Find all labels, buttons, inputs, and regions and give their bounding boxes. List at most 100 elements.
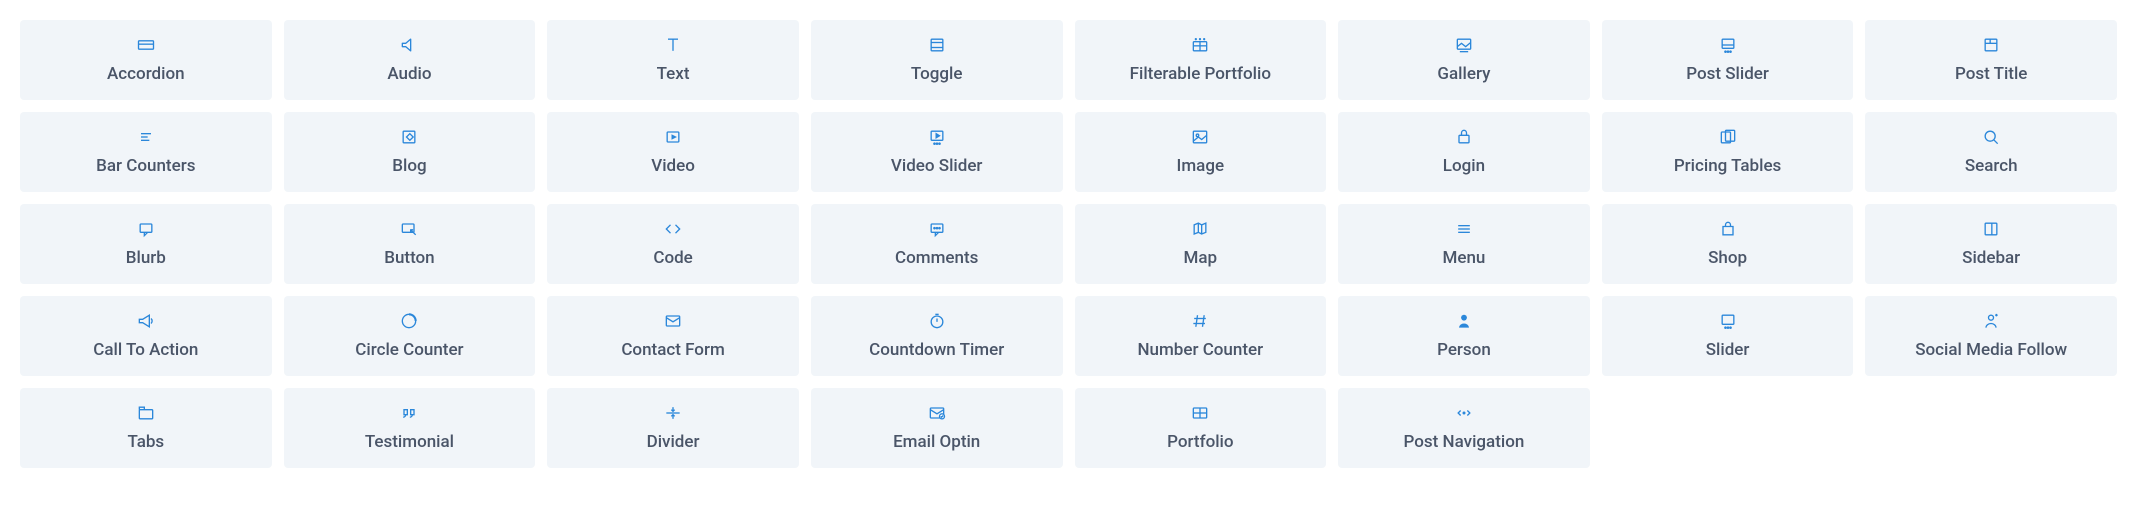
module-label: Video Slider	[891, 156, 983, 176]
module-filterable-portfolio[interactable]: Filterable Portfolio	[1075, 20, 1327, 100]
module-sidebar[interactable]: Sidebar	[1865, 204, 2117, 284]
module-slider[interactable]: Slider	[1602, 296, 1854, 376]
blurb-icon	[135, 218, 157, 240]
post-slider-icon	[1717, 34, 1739, 56]
module-label: Divider	[647, 432, 700, 452]
module-pricing-tables[interactable]: Pricing Tables	[1602, 112, 1854, 192]
module-grid: Accordion Audio Text Toggle Filterable Portf…	[20, 20, 2117, 468]
module-label: Login	[1443, 156, 1485, 176]
module-label: Comments	[895, 248, 978, 268]
module-search[interactable]: Search	[1865, 112, 2117, 192]
module-post-navigation[interactable]: Post Navigation	[1338, 388, 1590, 468]
module-label: Number Counter	[1137, 340, 1263, 360]
divider-icon	[662, 402, 684, 424]
module-testimonial[interactable]: Testimonial	[284, 388, 536, 468]
text-icon	[662, 34, 684, 56]
module-label: Circle Counter	[355, 340, 463, 360]
module-image[interactable]: Image	[1075, 112, 1327, 192]
module-label: Email Optin	[893, 432, 980, 452]
module-label: Portfolio	[1167, 432, 1233, 452]
comments-icon	[926, 218, 948, 240]
module-label: Code	[653, 248, 692, 268]
module-tabs[interactable]: Tabs	[20, 388, 272, 468]
module-post-slider[interactable]: Post Slider	[1602, 20, 1854, 100]
module-label: Blurb	[126, 248, 166, 268]
module-label: Post Slider	[1686, 64, 1769, 84]
search-icon	[1980, 126, 2002, 148]
circle-counter-icon	[398, 310, 420, 332]
module-label: Sidebar	[1962, 248, 2020, 268]
module-video[interactable]: Video	[547, 112, 799, 192]
tabs-icon	[135, 402, 157, 424]
module-bar-counters[interactable]: Bar Counters	[20, 112, 272, 192]
module-label: Map	[1184, 248, 1218, 268]
module-person[interactable]: Person	[1338, 296, 1590, 376]
slider-icon	[1717, 310, 1739, 332]
module-label: Gallery	[1437, 64, 1490, 84]
post-title-icon	[1980, 34, 2002, 56]
module-label: Contact Form	[621, 340, 724, 360]
module-circle-counter[interactable]: Circle Counter	[284, 296, 536, 376]
module-post-title[interactable]: Post Title	[1865, 20, 2117, 100]
module-label: Person	[1437, 340, 1491, 360]
toggle-icon	[926, 34, 948, 56]
social-icon	[1980, 310, 2002, 332]
module-label: Shop	[1708, 248, 1747, 268]
module-divider[interactable]: Divider	[547, 388, 799, 468]
module-label: Post Title	[1955, 64, 2027, 84]
module-audio[interactable]: Audio	[284, 20, 536, 100]
module-menu[interactable]: Menu	[1338, 204, 1590, 284]
module-toggle[interactable]: Toggle	[811, 20, 1063, 100]
module-blog[interactable]: Blog	[284, 112, 536, 192]
module-label: Menu	[1442, 248, 1485, 268]
module-map[interactable]: Map	[1075, 204, 1327, 284]
module-label: Toggle	[911, 64, 963, 84]
email-optin-icon	[926, 402, 948, 424]
pricing-icon	[1717, 126, 1739, 148]
module-accordion[interactable]: Accordion	[20, 20, 272, 100]
module-countdown-timer[interactable]: Countdown Timer	[811, 296, 1063, 376]
module-label: Countdown Timer	[869, 340, 1004, 360]
gallery-icon	[1453, 34, 1475, 56]
image-icon	[1189, 126, 1211, 148]
module-label: Button	[384, 248, 434, 268]
module-label: Audio	[387, 64, 431, 84]
module-gallery[interactable]: Gallery	[1338, 20, 1590, 100]
module-portfolio[interactable]: Portfolio	[1075, 388, 1327, 468]
module-label: Testimonial	[365, 432, 454, 452]
quote-icon	[398, 402, 420, 424]
module-label: Accordion	[107, 64, 185, 84]
module-label: Search	[1965, 156, 2018, 176]
module-number-counter[interactable]: Number Counter	[1075, 296, 1327, 376]
module-label: Slider	[1706, 340, 1750, 360]
module-comments[interactable]: Comments	[811, 204, 1063, 284]
module-button[interactable]: Button	[284, 204, 536, 284]
megaphone-icon	[135, 310, 157, 332]
module-video-slider[interactable]: Video Slider	[811, 112, 1063, 192]
module-login[interactable]: Login	[1338, 112, 1590, 192]
module-text[interactable]: Text	[547, 20, 799, 100]
timer-icon	[926, 310, 948, 332]
hash-icon	[1189, 310, 1211, 332]
menu-icon	[1453, 218, 1475, 240]
module-label: Social Media Follow	[1915, 340, 2067, 360]
login-icon	[1453, 126, 1475, 148]
module-contact-form[interactable]: Contact Form	[547, 296, 799, 376]
video-icon	[662, 126, 684, 148]
module-shop[interactable]: Shop	[1602, 204, 1854, 284]
shop-icon	[1717, 218, 1739, 240]
module-call-to-action[interactable]: Call To Action	[20, 296, 272, 376]
module-code[interactable]: Code	[547, 204, 799, 284]
module-email-optin[interactable]: Email Optin	[811, 388, 1063, 468]
audio-icon	[398, 34, 420, 56]
module-label: Video	[651, 156, 695, 176]
module-blurb[interactable]: Blurb	[20, 204, 272, 284]
map-icon	[1189, 218, 1211, 240]
person-icon	[1453, 310, 1475, 332]
portfolio-icon	[1189, 402, 1211, 424]
button-icon	[398, 218, 420, 240]
module-social-media-follow[interactable]: Social Media Follow	[1865, 296, 2117, 376]
module-label: Text	[657, 64, 690, 84]
module-label: Tabs	[127, 432, 164, 452]
module-label: Call To Action	[93, 340, 198, 360]
